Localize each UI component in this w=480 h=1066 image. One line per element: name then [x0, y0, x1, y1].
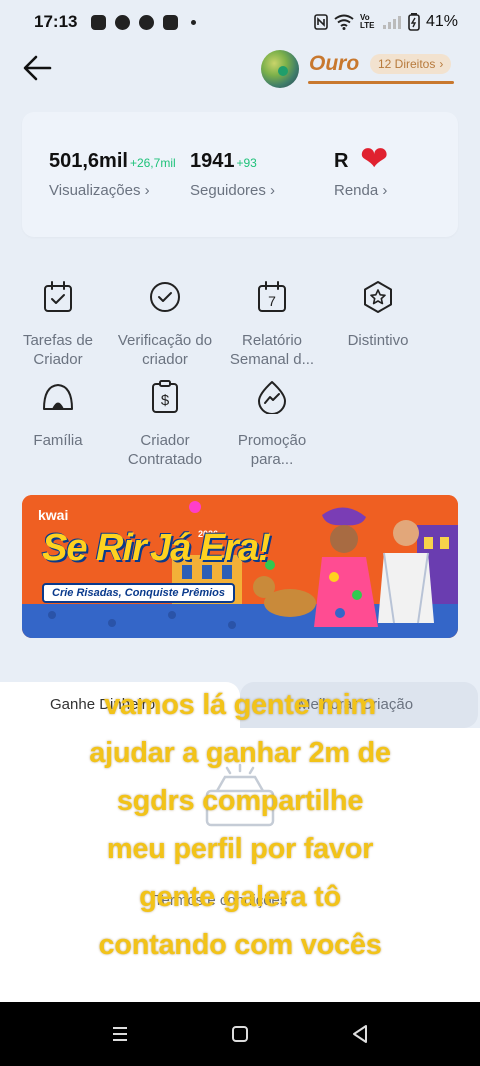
tool-creator-tasks[interactable]: Tarefas de Criador: [3, 280, 113, 369]
income-stat[interactable]: R Renda ›: [334, 150, 387, 199]
calendar-7-icon: 7: [258, 281, 286, 312]
income-label: Renda ›: [334, 182, 388, 199]
tool-weekly-report[interactable]: 7 Relatório Semanal d...: [217, 280, 327, 369]
badge-star-icon: [364, 281, 392, 313]
level-underline: [308, 81, 454, 84]
caption-line: meu perfil por favor: [106, 833, 374, 865]
followers-label: Seguidores ›: [190, 182, 276, 199]
rights-badge-label: 12 Direitos: [378, 57, 436, 71]
views-value: 501,6mil: [49, 150, 128, 172]
tool-label: Criador Contratado: [127, 432, 203, 468]
header: Ouro 12 Direitos ›: [0, 44, 480, 94]
battery-percent: 41%: [425, 13, 458, 30]
heart-sticker-icon: ❤: [360, 140, 389, 178]
kwai-logo: kwai: [38, 507, 69, 523]
check-circle-icon: [150, 282, 180, 312]
tool-label: Tarefas de Criador: [22, 332, 94, 368]
recent-apps-icon[interactable]: [108, 1022, 132, 1046]
more-notifications-dot: [191, 19, 197, 25]
caption-line: sgdrs compartilhe: [116, 785, 364, 817]
tool-badge[interactable]: Distintivo: [323, 280, 433, 350]
tool-hired-creator[interactable]: $ Criador Contratado: [110, 380, 220, 469]
tool-label: Promoção para...: [237, 432, 307, 468]
banner-title-2: Já Era!: [150, 527, 271, 569]
stats-card: 501,6mil +26,7mil Visualizações › 1941 +93…: [22, 112, 458, 237]
instagram-icon: [163, 14, 179, 30]
svg-text:$: $: [161, 392, 170, 409]
tool-label: Relatório Semanal d...: [229, 332, 315, 368]
back-nav-icon[interactable]: [348, 1022, 372, 1046]
followers-value: 1941: [190, 150, 235, 172]
caption-line: contando com vocês: [98, 929, 382, 961]
income-value: R: [334, 150, 349, 172]
caption-line: vamos lá gente mim: [104, 689, 376, 721]
svg-text:7: 7: [268, 293, 276, 309]
rights-badge[interactable]: 12 Direitos ›: [370, 54, 452, 74]
tool-promotion[interactable]: Promoção para...: [217, 380, 327, 469]
system-nav-bar: [0, 1002, 480, 1066]
status-bar: 17:13 Vo LTE 41%: [0, 0, 480, 44]
whatsapp-icon: [115, 14, 131, 30]
followers-delta: +93: [236, 156, 257, 170]
wifi-icon: [334, 14, 354, 30]
caption-line: ajudar a ganhar 2m de: [89, 737, 391, 769]
tool-label: Verificação do criador: [117, 332, 213, 368]
notification-icons: [91, 14, 197, 30]
promo-banner[interactable]: kwai 2026 Se Rir Já Era! Crie Risadas, C…: [22, 495, 458, 638]
back-arrow-icon[interactable]: [20, 52, 56, 84]
views-stat[interactable]: 501,6mil +26,7mil Visualizações ›: [49, 150, 176, 199]
battery-icon: [408, 13, 420, 31]
network-type: Vo LTE: [359, 13, 375, 30]
calendar-check-icon: [44, 281, 72, 312]
chat-bubble-icon: [139, 14, 155, 30]
signal-icon: [382, 16, 401, 29]
tool-label: Família: [33, 432, 83, 449]
tent-icon: [43, 384, 73, 410]
avatar[interactable]: [261, 50, 299, 88]
nfc-icon: [314, 14, 328, 30]
status-right: Vo LTE 41%: [314, 13, 458, 31]
tool-creator-verification[interactable]: Verificação do criador: [110, 280, 220, 369]
creator-level-title[interactable]: Ouro: [309, 52, 359, 76]
caption-line: gente galera tô: [139, 881, 341, 913]
views-delta: +26,7mil: [129, 156, 176, 170]
tool-label: Distintivo: [347, 332, 409, 349]
overlay-caption: vamos lá gente mim ajudar a ganhar 2m de…: [0, 681, 480, 969]
banner-title: Se Rir: [42, 527, 147, 569]
trend-drop-icon: [258, 381, 286, 415]
app-notification-icon: [91, 14, 107, 30]
dollar-clipboard-icon: $: [152, 380, 178, 413]
chevron-right-icon: ›: [439, 57, 444, 71]
followers-stat[interactable]: 1941 +93 Seguidores ›: [190, 150, 275, 199]
banner-subtitle: Crie Risadas, Conquiste Prêmios: [42, 583, 235, 603]
tool-family[interactable]: Família: [3, 380, 113, 450]
views-label: Visualizações ›: [49, 182, 150, 199]
status-time: 17:13: [34, 12, 78, 31]
home-icon[interactable]: [228, 1022, 252, 1046]
